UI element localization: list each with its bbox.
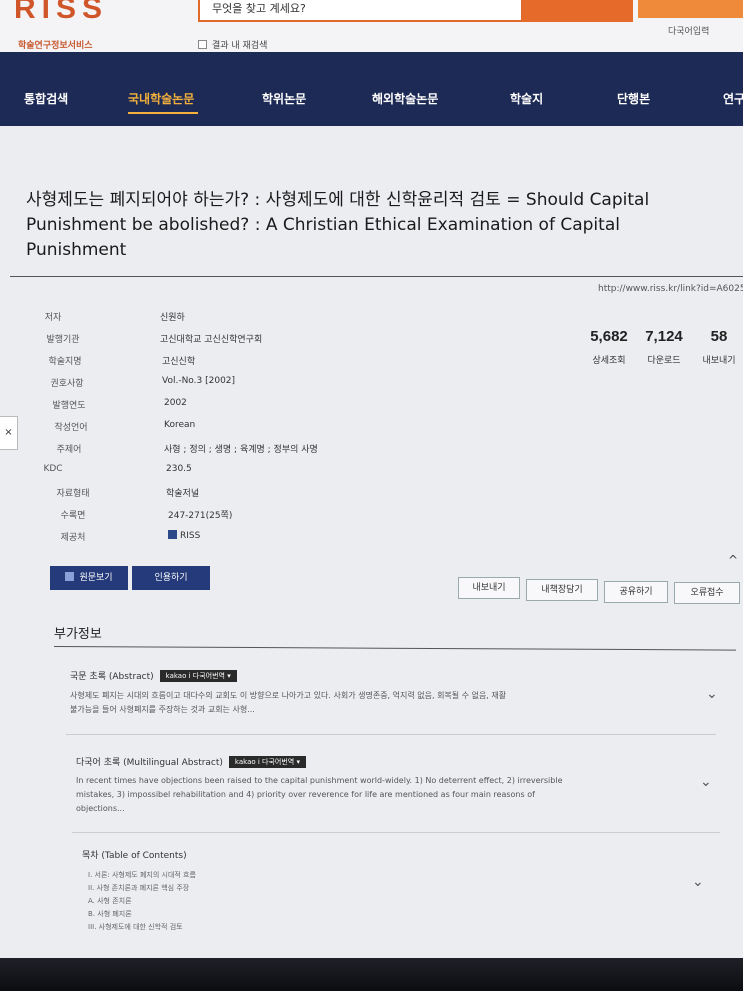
nav-item-integrated-search[interactable]: 통합검색	[24, 90, 68, 107]
meta-label: 발행기관	[46, 335, 80, 345]
riss-logo[interactable]: RISS	[14, 0, 108, 26]
title-divider	[10, 276, 743, 277]
report-error-button[interactable]: 오류접수	[674, 582, 740, 604]
article-detail: 사형제도는 폐지되어야 하는가? : 사형제도에 대한 신학윤리적 검토 = S…	[0, 126, 743, 991]
nav-item-journals[interactable]: 학술지	[510, 90, 543, 107]
nav-item-foreign-papers[interactable]: 해외학술논문	[372, 90, 438, 107]
search-input[interactable]: 무엇을 찾고 계세요?	[198, 0, 523, 22]
meta-label: 제공처	[60, 533, 86, 543]
permalink[interactable]: http://www.riss.kr/link?id=A60251	[598, 284, 743, 294]
extra-info-divider	[53, 646, 736, 651]
meta-value-pages: 247-271(25쪽)	[168, 511, 233, 521]
meta-value-type: 학술저널	[166, 489, 200, 499]
meta-label: 자료형태	[56, 489, 90, 499]
meta-label: 수록면	[60, 511, 86, 521]
recheck-checkbox[interactable]	[198, 40, 207, 49]
expand-multilingual-abstract-icon[interactable]: ⌄	[700, 774, 712, 790]
stat-downloads-number: 7,124	[645, 328, 683, 345]
meta-label: 작성언어	[54, 423, 88, 433]
meta-value-year: 2002	[164, 398, 187, 408]
multilingual-abstract-line: mistakes, 3) impossibel rehabilitation a…	[76, 790, 535, 799]
multilingual-abstract-text: In recent times have objections been rai…	[76, 774, 696, 816]
expand-toc-icon[interactable]: ⌄	[692, 874, 704, 890]
export-button[interactable]: 내보내기	[458, 577, 520, 599]
meta-label: 저자	[44, 313, 62, 323]
extra-info-title: 부가정보	[54, 627, 102, 642]
stats-panel: 5,682 상세조회 7,124 다운로드 58 내보내기	[572, 314, 743, 384]
kakao-translate-dropdown[interactable]: kakao i 다국어번역 ▾	[159, 670, 237, 682]
close-side-panel-button[interactable]: ×	[0, 416, 18, 450]
toc-item[interactable]: B. 사형 폐지론	[88, 909, 132, 919]
kakao-translate-dropdown[interactable]: kakao i 다국어번역 ▾	[228, 756, 306, 768]
toc-item[interactable]: III. 사형제도에 대한 신학적 검토	[88, 922, 183, 932]
save-to-library-button[interactable]: 내책장담기	[526, 579, 598, 601]
active-tab-underline	[128, 112, 198, 114]
view-original-label: 원문보기	[79, 573, 113, 583]
stat-downloads: 7,124 다운로드	[644, 328, 684, 366]
search-button[interactable]	[523, 0, 633, 22]
meta-value-journal[interactable]: 고신신학	[162, 354, 195, 367]
main-nav: 통합검색 국내학술논문 학위논문 해외학술논문 학술지 단행본 연구	[0, 52, 743, 126]
top-header: RISS 학술연구정보서비스 무엇을 찾고 계세요? 결과 내 재검색 다국어입…	[0, 0, 743, 52]
toc-header[interactable]: 목차 (Table of Contents)	[82, 848, 187, 861]
document-icon	[65, 572, 75, 581]
page-title: 사형제도는 폐지되어야 하는가? : 사형제도에 대한 신학윤리적 검토 = S…	[26, 188, 726, 263]
stat-exports-label: 내보내기	[702, 356, 736, 366]
multilingual-input-link[interactable]: 다국어입력	[668, 24, 709, 37]
stat-views: 5,682 상세조회	[590, 328, 628, 366]
multilingual-abstract-line: In recent times have objections been rai…	[76, 776, 563, 785]
stat-views-number: 5,682	[590, 328, 628, 345]
title-line-1: 사형제도는 폐지되어야 하는가? : 사형제도에 대한 신학윤리적 검토 = S…	[26, 190, 650, 210]
nav-item-books[interactable]: 단행본	[617, 90, 650, 107]
share-button[interactable]: 공유하기	[604, 581, 668, 603]
meta-value-keywords[interactable]: 사형 ; 정의 ; 생명 ; 육계명 ; 정부의 사명	[164, 442, 318, 455]
screen-bezel	[0, 958, 743, 991]
nav-item-research[interactable]: 연구	[723, 90, 743, 107]
meta-value-publisher[interactable]: 고신대학교 고신신학연구회	[160, 332, 262, 345]
korean-abstract-line: 불가능을 들어 사형폐지를 주장하는 것과 교회는 사형...	[70, 705, 255, 714]
meta-value-language: Korean	[164, 420, 196, 430]
expand-korean-abstract-icon[interactable]: ⌄	[706, 686, 718, 702]
title-line-2: Punishment be abolished? : A Christian E…	[26, 215, 620, 235]
korean-abstract-header[interactable]: 국문 초록 (Abstract) kakao i 다국어번역 ▾	[70, 669, 237, 682]
provider-name: RISS	[180, 531, 201, 541]
nav-item-domestic-papers[interactable]: 국내학술논문	[128, 90, 194, 107]
chevron-up-icon[interactable]: ^	[728, 553, 738, 567]
meta-label: KDC	[43, 464, 63, 474]
meta-label: 권호사항	[50, 379, 84, 389]
detail-search-button[interactable]	[638, 0, 743, 18]
toc-item[interactable]: II. 사형 존치론과 폐지론 핵심 주장	[88, 883, 189, 893]
meta-value-kdc: 230.5	[166, 464, 192, 474]
recheck-option[interactable]: 결과 내 재검색	[198, 38, 267, 51]
meta-value-provider[interactable]: RISS	[168, 530, 200, 541]
nav-item-theses[interactable]: 학위논문	[262, 90, 306, 107]
multilingual-abstract-title: 다국어 초록 (Multilingual Abstract)	[76, 758, 223, 768]
stat-views-label: 상세조회	[592, 356, 626, 366]
toc-item[interactable]: A. 사형 존치론	[88, 896, 132, 906]
recheck-label: 결과 내 재검색	[212, 41, 268, 51]
korean-abstract-text: 사형제도 폐지는 시대의 흐름이고 대다수의 교회도 이 방향으로 나아가고 있…	[70, 689, 700, 717]
meta-value-author[interactable]: 신원하	[160, 310, 185, 323]
logo-subtitle: 학술연구정보서비스	[18, 41, 93, 51]
abstract-divider	[72, 832, 720, 833]
stat-exports: 58 내보내기	[702, 328, 736, 366]
toc-item[interactable]: I. 서론: 사형제도 폐지의 시대적 흐름	[88, 870, 196, 880]
view-original-button[interactable]: 원문보기	[50, 566, 128, 590]
multilingual-abstract-line: objections...	[76, 804, 125, 813]
multilingual-abstract-header[interactable]: 다국어 초록 (Multilingual Abstract) kakao i 다국…	[76, 755, 306, 768]
korean-abstract-line: 사형제도 폐지는 시대의 흐름이고 대다수의 교회도 이 방향으로 나아가고 있…	[70, 691, 507, 700]
korean-abstract-title: 국문 초록 (Abstract)	[70, 672, 154, 682]
cite-button[interactable]: 인용하기	[132, 566, 210, 590]
meta-label: 발행연도	[52, 401, 86, 411]
title-line-3: Punishment	[26, 240, 127, 260]
meta-label: 주제어	[56, 445, 82, 455]
meta-label: 학술지명	[48, 357, 82, 367]
stat-downloads-label: 다운로드	[647, 356, 681, 366]
stat-exports-number: 58	[710, 328, 728, 345]
meta-value-volume[interactable]: Vol.-No.3 [2002]	[162, 376, 235, 386]
abstract-divider	[66, 734, 716, 735]
riss-provider-icon	[168, 530, 177, 539]
